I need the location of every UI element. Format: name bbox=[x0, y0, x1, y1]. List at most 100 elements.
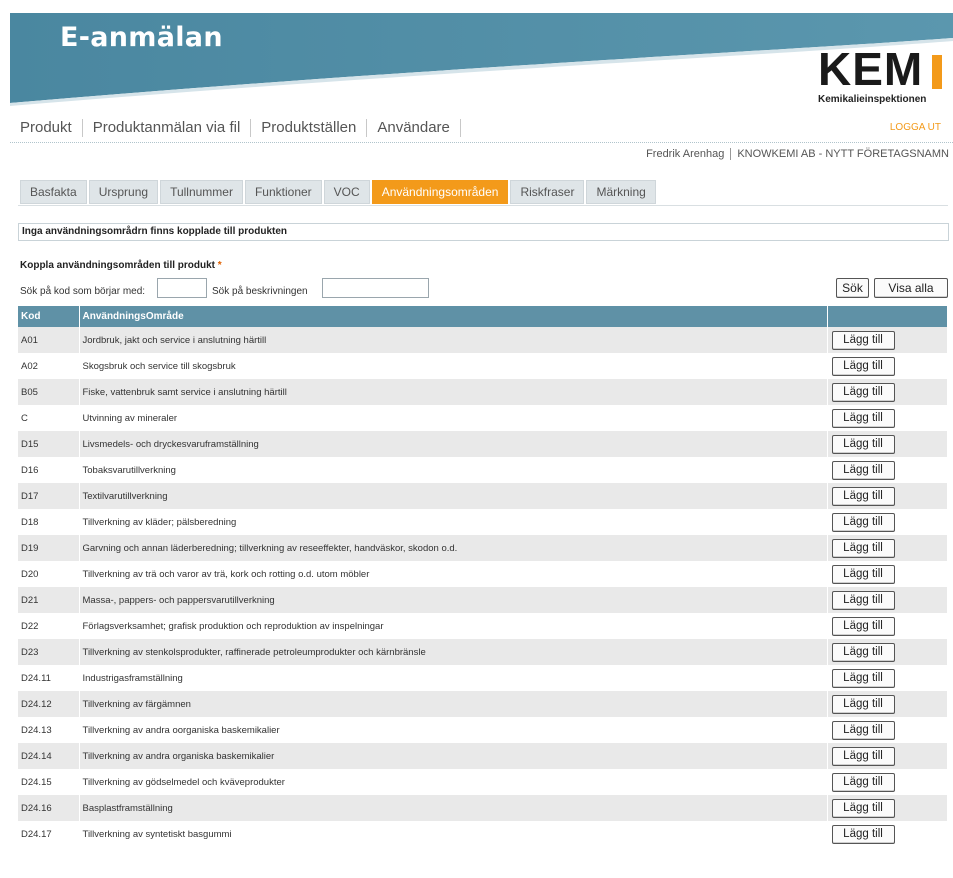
row-code: D18 bbox=[18, 509, 80, 535]
add-usage-area-button[interactable]: Lägg till bbox=[831, 772, 895, 792]
nav-item-anvandare[interactable]: Användare bbox=[367, 119, 461, 137]
logo-text: KEM bbox=[818, 43, 924, 95]
user-info: Fredrik Arenhag KNOWKEMI AB - NYTT FÖRET… bbox=[646, 148, 949, 160]
add-usage-area-button[interactable]: Lägg till bbox=[831, 382, 895, 402]
row-description: Tillverkning av stenkolsprodukter, raffi… bbox=[79, 639, 828, 665]
row-action-cell: Lägg till bbox=[827, 613, 948, 639]
table-row: C Utvinning av mineraler Lägg till bbox=[18, 405, 948, 431]
nav-item-produktstallen[interactable]: Produktställen bbox=[251, 119, 368, 137]
add-usage-area-button[interactable]: Lägg till bbox=[831, 720, 895, 740]
row-description: Tillverkning av andra oorganiska baskemi… bbox=[79, 717, 828, 743]
add-usage-area-button[interactable]: Lägg till bbox=[831, 590, 895, 610]
nav-item-produktanmalan-via-fil[interactable]: Produktanmälan via fil bbox=[83, 119, 252, 137]
row-description: Basplastframställning bbox=[79, 795, 828, 821]
table-row: D19 Garvning och annan läderberedning; ti… bbox=[18, 535, 948, 561]
row-code: B05 bbox=[18, 379, 80, 405]
add-usage-area-button[interactable]: Lägg till bbox=[831, 616, 895, 636]
row-action-cell: Lägg till bbox=[827, 535, 948, 561]
add-usage-area-button[interactable]: Lägg till bbox=[831, 824, 895, 844]
user-name: Fredrik Arenhag bbox=[646, 148, 725, 160]
add-usage-area-button[interactable]: Lägg till bbox=[831, 642, 895, 662]
column-header-usage-area[interactable]: AnvändningsOmråde bbox=[79, 306, 828, 327]
add-usage-area-button[interactable]: Lägg till bbox=[831, 460, 895, 480]
company-name: KNOWKEMI AB - NYTT FÖRETAGSNAMN bbox=[737, 148, 949, 160]
row-description: Jordbruk, jakt och service i anslutning … bbox=[79, 327, 828, 353]
code-search-label: Sök på kod som börjar med: bbox=[20, 286, 146, 297]
row-code: D24.15 bbox=[18, 769, 80, 795]
row-description: Tillverkning av andra organiska baskemik… bbox=[79, 743, 828, 769]
row-description: Industrigasframställning bbox=[79, 665, 828, 691]
nav-item-produkt[interactable]: Produkt bbox=[20, 119, 83, 137]
app-title: E-anmälan bbox=[60, 22, 223, 53]
tab-divider bbox=[18, 205, 948, 206]
add-usage-area-button[interactable]: Lägg till bbox=[831, 512, 895, 532]
row-code: D22 bbox=[18, 613, 80, 639]
add-usage-area-button[interactable]: Lägg till bbox=[831, 330, 895, 350]
add-usage-area-button[interactable]: Lägg till bbox=[831, 746, 895, 766]
main-navigation: Produkt Produktanmälan via fil Produktst… bbox=[20, 118, 461, 138]
row-code: D16 bbox=[18, 457, 80, 483]
search-bar: Sök på kod som börjar med: Sök på beskri… bbox=[20, 278, 949, 300]
row-code: D20 bbox=[18, 561, 80, 587]
table-row: D24.17 Tillverkning av syntetiskt basgumm… bbox=[18, 821, 948, 847]
table-row: D24.12 Tillverkning av färgämnen Lägg till bbox=[18, 691, 948, 717]
add-usage-area-button[interactable]: Lägg till bbox=[831, 356, 895, 376]
kemi-logo[interactable]: KEM Kemikalieinspektionen bbox=[818, 46, 948, 114]
row-action-cell: Lägg till bbox=[827, 665, 948, 691]
add-usage-area-button[interactable]: Lägg till bbox=[831, 798, 895, 818]
tab-funktioner[interactable]: Funktioner bbox=[244, 180, 322, 204]
description-search-input[interactable] bbox=[322, 278, 429, 298]
row-description: Tillverkning av trä och varor av trä, ko… bbox=[79, 561, 828, 587]
logout-link[interactable]: LOGGA UT bbox=[890, 122, 941, 133]
tab-markning[interactable]: Märkning bbox=[586, 180, 656, 204]
tab-anvandningsomraden[interactable]: Användningsområden bbox=[371, 180, 509, 204]
add-usage-area-button[interactable]: Lägg till bbox=[831, 486, 895, 506]
row-description: Livsmedels- och dryckesvaruframställning bbox=[79, 431, 828, 457]
row-action-cell: Lägg till bbox=[827, 457, 948, 483]
usage-area-table: Kod AnvändningsOmråde A01 Jordbruk, jakt … bbox=[18, 306, 948, 847]
add-usage-area-button[interactable]: Lägg till bbox=[831, 694, 895, 714]
row-action-cell: Lägg till bbox=[827, 327, 948, 353]
table-body: A01 Jordbruk, jakt och service i anslutni… bbox=[18, 327, 948, 847]
row-code: D17 bbox=[18, 483, 80, 509]
table-row: A01 Jordbruk, jakt och service i anslutni… bbox=[18, 327, 948, 353]
tab-basfakta[interactable]: Basfakta bbox=[20, 180, 87, 204]
table-row: D18 Tillverkning av kläder; pälsberedning… bbox=[18, 509, 948, 535]
table-row: D15 Livsmedels- och dryckesvaruframställn… bbox=[18, 431, 948, 457]
add-usage-area-button[interactable]: Lägg till bbox=[831, 564, 895, 584]
row-action-cell: Lägg till bbox=[827, 717, 948, 743]
row-action-cell: Lägg till bbox=[827, 431, 948, 457]
row-action-cell: Lägg till bbox=[827, 769, 948, 795]
row-action-cell: Lägg till bbox=[827, 691, 948, 717]
add-usage-area-button[interactable]: Lägg till bbox=[831, 408, 895, 428]
tab-ursprung[interactable]: Ursprung bbox=[88, 180, 159, 204]
add-usage-area-button[interactable]: Lägg till bbox=[831, 538, 895, 558]
row-code: D23 bbox=[18, 639, 80, 665]
show-all-button[interactable]: Visa alla bbox=[874, 278, 948, 298]
row-description: Utvinning av mineraler bbox=[79, 405, 828, 431]
row-code: D19 bbox=[18, 535, 80, 561]
code-search-input[interactable] bbox=[157, 278, 207, 298]
info-message: Inga användningsområdrn finns kopplade t… bbox=[18, 223, 949, 241]
table-row: A02 Skogsbruk och service till skogsbruk L… bbox=[18, 353, 948, 379]
tab-riskfraser[interactable]: Riskfraser bbox=[510, 180, 585, 204]
column-header-code[interactable]: Kod bbox=[18, 306, 80, 327]
row-action-cell: Lägg till bbox=[827, 821, 948, 847]
section-heading-text: Koppla användningsområden till produkt bbox=[20, 260, 216, 271]
row-description: Tillverkning av gödselmedel och kvävepro… bbox=[79, 769, 828, 795]
row-code: D15 bbox=[18, 431, 80, 457]
add-usage-area-button[interactable]: Lägg till bbox=[831, 434, 895, 454]
row-code: D24.13 bbox=[18, 717, 80, 743]
table-row: D22 Förlagsverksamhet; grafisk produktion… bbox=[18, 613, 948, 639]
row-description: Förlagsverksamhet; grafisk produktion oc… bbox=[79, 613, 828, 639]
row-action-cell: Lägg till bbox=[827, 743, 948, 769]
row-code: D24.12 bbox=[18, 691, 80, 717]
add-usage-area-button[interactable]: Lägg till bbox=[831, 668, 895, 688]
tab-voc[interactable]: VOC bbox=[323, 180, 370, 204]
row-code: A01 bbox=[18, 327, 80, 353]
logo-accent-bar bbox=[932, 55, 942, 89]
table-row: D20 Tillverkning av trä och varor av trä,… bbox=[18, 561, 948, 587]
tab-tullnummer[interactable]: Tullnummer bbox=[160, 180, 243, 204]
search-button[interactable]: Sök bbox=[836, 278, 869, 298]
table-row: D24.13 Tillverkning av andra oorganiska b… bbox=[18, 717, 948, 743]
